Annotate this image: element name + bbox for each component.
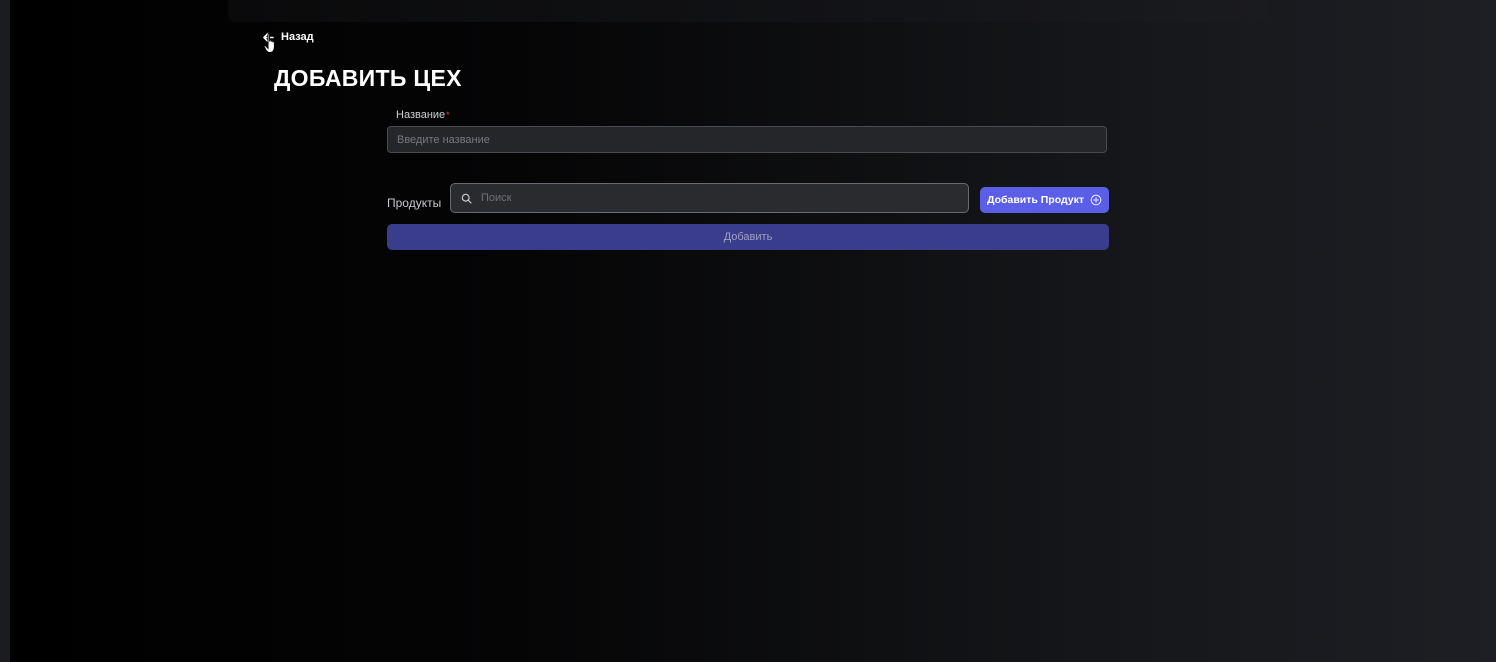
products-label: Продукты <box>387 196 442 210</box>
top-header-bar <box>228 0 1268 22</box>
add-product-button-label: Добавить Продукт <box>986 194 1085 206</box>
name-field-label-text: Название <box>396 109 446 121</box>
add-product-button[interactable]: Добавить Продукт <box>980 187 1109 213</box>
back-link[interactable]: Назад <box>262 30 314 44</box>
name-input[interactable] <box>387 126 1107 153</box>
product-search-box[interactable] <box>450 183 969 213</box>
name-field-label: Название* <box>396 108 450 122</box>
required-mark: * <box>446 110 450 120</box>
submit-add-button[interactable]: Добавить <box>387 224 1109 250</box>
back-link-label: Назад <box>281 31 314 43</box>
search-icon <box>451 184 481 212</box>
plus-circle-icon <box>1090 194 1102 206</box>
arrow-left-icon <box>262 31 275 44</box>
page-title: ДОБАВИТЬ ЦЕХ <box>274 65 462 91</box>
product-search-input[interactable] <box>481 185 968 211</box>
left-edge-strip <box>0 0 10 662</box>
